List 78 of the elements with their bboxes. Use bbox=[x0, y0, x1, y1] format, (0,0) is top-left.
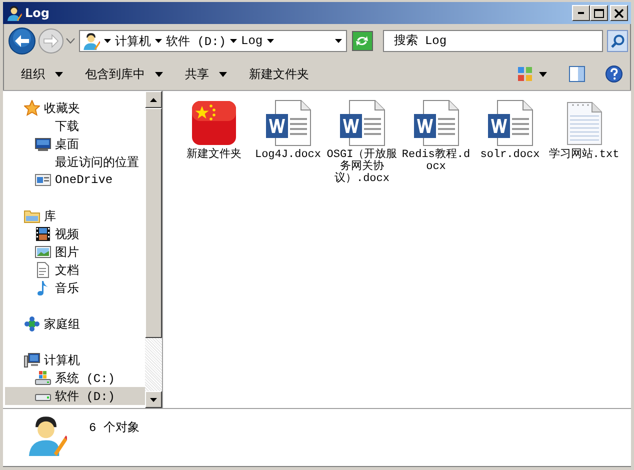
toolbar-button[interactable]: 包含到库中 bbox=[77, 62, 171, 86]
search-button[interactable] bbox=[607, 30, 628, 52]
sidebar-item[interactable]: 收藏夹 bbox=[5, 99, 145, 117]
window-icon bbox=[35, 172, 51, 188]
document-icon bbox=[35, 262, 51, 278]
preview-pane-icon[interactable] bbox=[569, 66, 585, 82]
folder-icon bbox=[24, 208, 40, 224]
film-strip-icon bbox=[35, 226, 51, 242]
maximize-icon bbox=[594, 8, 604, 18]
address-bar[interactable]: 计算机 软件 (D:) Log bbox=[79, 30, 347, 52]
minimize-button[interactable] bbox=[572, 5, 590, 21]
breadcrumb-item[interactable]: 计算机 bbox=[115, 32, 151, 50]
monitor-icon bbox=[35, 136, 51, 152]
refresh-arrows-icon bbox=[355, 35, 370, 47]
search-icon bbox=[610, 34, 625, 48]
landscape-picture-icon bbox=[35, 244, 51, 260]
person-with-pencil-icon bbox=[6, 5, 22, 21]
file-name: OSGI（开放服务网关协议）.docx bbox=[326, 149, 398, 185]
text-file-icon bbox=[564, 100, 604, 146]
caret-icon bbox=[155, 72, 163, 76]
dropdown-caret-icon[interactable] bbox=[66, 38, 75, 44]
caret-icon[interactable] bbox=[539, 72, 547, 76]
sidebar-item[interactable]: 文档 bbox=[5, 261, 145, 279]
file-name: Redis教程.docx bbox=[400, 149, 472, 173]
breadcrumb-caret-icon[interactable] bbox=[104, 39, 111, 43]
computer-icon bbox=[24, 352, 40, 368]
sidebar-item[interactable]: 图片 bbox=[5, 243, 145, 261]
word-document-icon bbox=[339, 100, 385, 146]
file-name: Log4J.docx bbox=[254, 149, 322, 161]
toolbar-button[interactable]: 新建文件夹 bbox=[241, 62, 317, 86]
word-document-icon bbox=[265, 100, 311, 146]
sidebar-item[interactable]: 家庭组 bbox=[5, 315, 145, 333]
breadcrumb-item[interactable]: Log bbox=[241, 34, 263, 48]
help-icon[interactable] bbox=[605, 65, 623, 83]
maximize-button[interactable] bbox=[590, 5, 608, 21]
search-field[interactable]: 搜索 Log bbox=[382, 30, 604, 52]
sidebar-item[interactable]: 最近访问的位置 bbox=[5, 153, 145, 171]
breadcrumb-caret-icon[interactable] bbox=[266, 39, 274, 43]
back-button-icon[interactable] bbox=[8, 27, 36, 55]
address-dropdown-icon[interactable] bbox=[334, 39, 342, 43]
caret-icon bbox=[219, 72, 227, 76]
sidebar-item[interactable]: 桌面 bbox=[5, 135, 145, 153]
flag-folder-icon bbox=[191, 100, 237, 146]
sidebar-item[interactable]: 视频 bbox=[5, 225, 145, 243]
down-arrow-icon bbox=[150, 398, 157, 402]
close-button[interactable] bbox=[610, 5, 628, 21]
close-icon bbox=[614, 8, 624, 18]
toolbar-button[interactable]: 共享 bbox=[177, 62, 235, 86]
file-name: 新建文件夹 bbox=[186, 149, 242, 161]
window-title: Log bbox=[25, 6, 50, 20]
sidebar-item[interactable]: 库 bbox=[5, 207, 145, 225]
up-arrow-icon bbox=[150, 98, 157, 102]
refresh-button[interactable] bbox=[352, 31, 373, 51]
sidebar-item[interactable]: 下载 bbox=[5, 117, 145, 135]
sidebar-item[interactable]: 音乐 bbox=[5, 279, 145, 297]
sidebar-item[interactable]: 计算机 bbox=[5, 351, 145, 369]
toolbar-button[interactable]: 组织 bbox=[13, 62, 71, 86]
breadcrumb-item[interactable]: 软件 (D:) bbox=[166, 32, 226, 50]
drive-with-windows-logo-icon bbox=[35, 370, 51, 386]
word-document-icon bbox=[487, 100, 533, 146]
view-options-icon[interactable] bbox=[517, 66, 533, 82]
sidebar-item[interactable]: OneDrive bbox=[5, 171, 145, 189]
breadcrumb-caret-icon[interactable] bbox=[230, 39, 238, 43]
minimize-icon bbox=[578, 12, 584, 14]
breadcrumb-caret-icon[interactable] bbox=[155, 39, 162, 43]
status-text: 6 个对象 bbox=[89, 420, 140, 436]
scroll-up-button[interactable] bbox=[145, 91, 162, 108]
star-icon bbox=[24, 100, 40, 116]
person-with-pencil-icon bbox=[82, 32, 100, 50]
scroll-down-button[interactable] bbox=[145, 391, 162, 408]
sidebar-item[interactable]: 系统 (C:) bbox=[5, 369, 145, 387]
file-name: 学习网站.txt bbox=[548, 149, 620, 161]
caret-icon bbox=[55, 72, 63, 76]
scrollbar-thumb[interactable] bbox=[145, 108, 162, 338]
file-name: solr.docx bbox=[479, 149, 541, 161]
sidebar-item[interactable]: 软件 (D:) bbox=[5, 387, 145, 405]
word-document-icon bbox=[413, 100, 459, 146]
network-spheres-icon bbox=[24, 316, 40, 332]
